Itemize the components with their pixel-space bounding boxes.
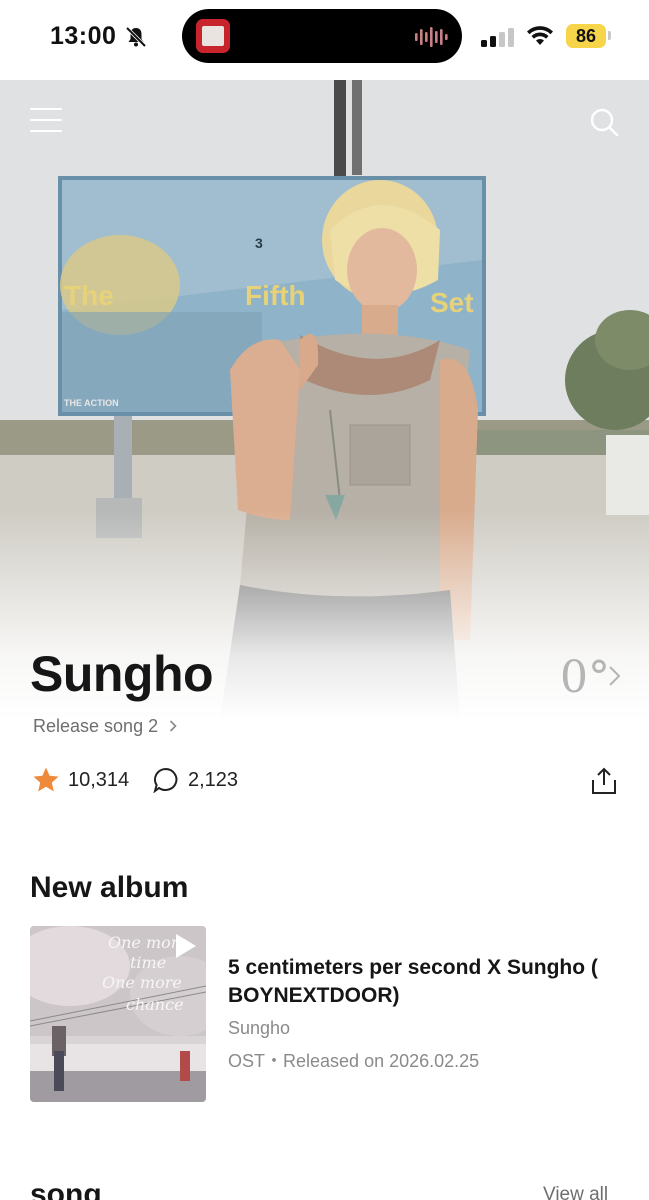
battery-tip xyxy=(608,31,611,40)
billboard-text-the: The xyxy=(64,280,114,311)
billboard-small-text: THE ACTION xyxy=(64,398,119,408)
album-type: OST xyxy=(228,1051,266,1071)
wifi-icon xyxy=(527,26,553,45)
star-icon[interactable] xyxy=(32,766,60,794)
billboard-text-fifth: Fifth xyxy=(245,280,306,311)
search-icon[interactable] xyxy=(588,106,620,138)
dynamic-island[interactable] xyxy=(182,9,462,63)
cover-text-one-more-2: One more xyxy=(102,973,182,992)
artist-stats: 10,314 2,123 xyxy=(32,766,622,796)
share-icon[interactable] xyxy=(590,766,618,796)
album-cover-art: One more time One more chance xyxy=(30,926,206,1102)
artist-logo-link[interactable]: 0° xyxy=(560,652,610,703)
artist-name: Sungho xyxy=(30,646,214,702)
billboard-number: 3 xyxy=(255,235,263,251)
comment-icon[interactable] xyxy=(153,767,179,793)
new-album-card[interactable]: One more time One more chance 5 centimet… xyxy=(30,926,620,1104)
song-heading: song xyxy=(30,1178,102,1200)
signal-icon xyxy=(481,28,514,47)
cover-text-time: time xyxy=(130,953,166,972)
release-song-link[interactable]: Release song 2 xyxy=(33,716,177,737)
now-playing-app-icon xyxy=(196,19,230,53)
album-cover[interactable]: One more time One more chance xyxy=(30,926,206,1102)
album-meta: OST・Released on 2026.02.25 xyxy=(228,1047,479,1073)
hamburger-menu-icon[interactable] xyxy=(30,108,62,134)
new-album-heading: New album xyxy=(30,871,189,904)
battery-icon: 86 xyxy=(566,24,606,48)
meta-separator: ・ xyxy=(265,1051,284,1071)
album-artist: Sungho xyxy=(228,1018,291,1038)
likes-count: 10,314 xyxy=(68,769,130,791)
billboard-text-set: Set xyxy=(430,287,474,318)
comments-count: 2,123 xyxy=(188,769,239,791)
bell-slash-icon xyxy=(125,26,147,48)
release-song-label: Release song 2 xyxy=(33,716,159,736)
cover-text-one-more: One more xyxy=(108,933,188,952)
album-title: 5 centimeters per second X Sungho ( BOYN… xyxy=(228,956,598,1007)
chevron-right-icon xyxy=(170,720,177,732)
view-all-link[interactable]: View all xyxy=(543,1184,608,1200)
cover-text-chance: chance xyxy=(126,995,184,1014)
status-bar: 13:00 86 xyxy=(0,0,649,80)
artist-hero-image: The Fifth Set 3 THE ACTION xyxy=(0,80,649,720)
album-release-date: Released on 2026.02.25 xyxy=(283,1051,480,1071)
audio-waveform-icon xyxy=(415,27,448,47)
status-time: 13:00 xyxy=(50,22,117,50)
chevron-right-icon[interactable] xyxy=(607,665,621,687)
